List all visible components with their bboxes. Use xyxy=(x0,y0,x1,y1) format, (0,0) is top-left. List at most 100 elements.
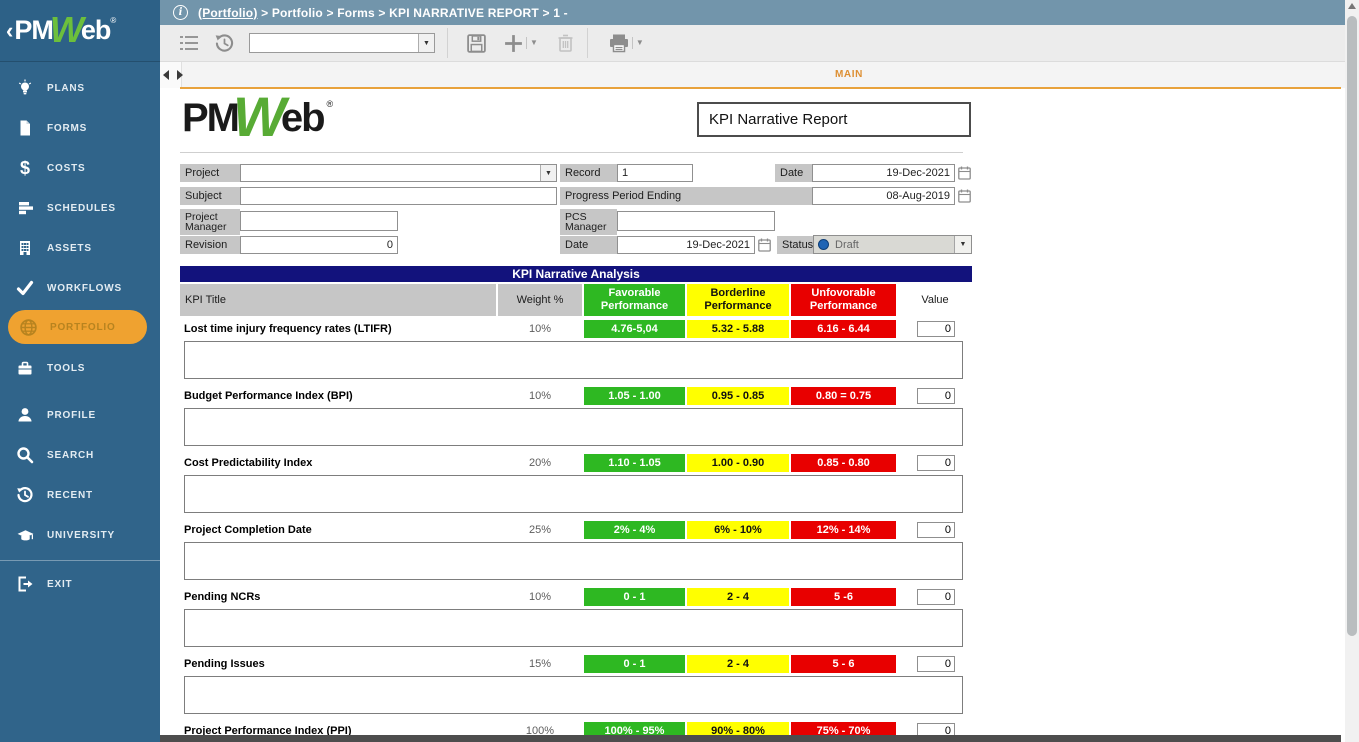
project-label: Project xyxy=(180,164,240,182)
kpi-weight: 10% xyxy=(498,588,582,606)
tab-accent-line xyxy=(180,87,1341,89)
kpi-row: Project Completion Date 25% 2% - 4% 6% -… xyxy=(160,521,1345,588)
kpi-narrative-textarea[interactable] xyxy=(184,676,963,714)
horizontal-scrollbar[interactable] xyxy=(160,735,1341,742)
kpi-narrative-textarea[interactable] xyxy=(184,341,963,379)
dollar-icon: $ xyxy=(15,158,35,178)
kpi-unfavorable-range: 12% - 14% xyxy=(791,521,896,539)
delete-icon[interactable] xyxy=(556,33,575,53)
sidebar-item-label: COSTS xyxy=(47,163,85,174)
vertical-scrollbar-thumb[interactable] xyxy=(1347,16,1357,636)
history-icon[interactable] xyxy=(214,33,235,54)
kpi-value-input[interactable] xyxy=(917,455,955,471)
list-icon[interactable] xyxy=(178,33,200,53)
records-dropdown[interactable]: ▼ xyxy=(249,33,435,53)
col-header-kpi-title: KPI Title xyxy=(180,284,496,316)
chevron-down-icon[interactable]: ▼ xyxy=(954,236,971,253)
kpi-title: Lost time injury frequency rates (LTIFR) xyxy=(180,320,496,338)
revision-input[interactable] xyxy=(240,236,398,254)
subject-input[interactable] xyxy=(240,187,557,205)
sidebar-item-label: FORMS xyxy=(47,123,87,134)
sidebar-item-recent[interactable]: RECENT xyxy=(0,482,160,508)
kpi-narrative-textarea[interactable] xyxy=(184,408,963,446)
records-dropdown-value xyxy=(250,34,418,52)
kpi-value-input[interactable] xyxy=(917,522,955,538)
lightbulb-icon xyxy=(15,78,35,98)
kpi-row: Budget Performance Index (BPI) 10% 1.05 … xyxy=(160,387,1345,454)
progress-period-ending-label: Progress Period Ending xyxy=(560,187,812,205)
sidebar-item-portfolio[interactable]: PORTFOLIO xyxy=(8,310,147,344)
kpi-weight: 10% xyxy=(498,387,582,405)
tab-scroll-left-icon[interactable] xyxy=(163,70,169,80)
revision-label: Revision xyxy=(180,236,240,254)
registered-mark: ® xyxy=(327,99,334,109)
sidebar-item-workflows[interactable]: WORKFLOWS xyxy=(0,275,160,301)
sidebar-item-search[interactable]: SEARCH xyxy=(0,442,160,468)
kpi-narrative-textarea[interactable] xyxy=(184,475,963,513)
sidebar-item-profile[interactable]: PROFILE xyxy=(0,402,160,428)
kpi-narrative-textarea[interactable] xyxy=(184,542,963,580)
vertical-scrollbar[interactable] xyxy=(1345,0,1359,742)
sidebar-item-plans[interactable]: PLANS xyxy=(0,75,160,101)
horizontal-scrollbar-thumb[interactable] xyxy=(160,735,1341,742)
sidebar-item-forms[interactable]: FORMS xyxy=(0,115,160,141)
magnifier-icon xyxy=(15,445,35,465)
date-label: Date xyxy=(775,164,812,182)
kpi-value-input[interactable] xyxy=(917,656,955,672)
sidebar-item-label: PROFILE xyxy=(47,410,96,421)
kpi-unfavorable-range: 6.16 - 6.44 xyxy=(791,320,896,338)
kpi-value-input[interactable] xyxy=(917,321,955,337)
calendar-icon[interactable] xyxy=(958,189,971,203)
breadcrumb: (Portfolio) > Portfolio > Forms > KPI NA… xyxy=(198,6,568,20)
sidebar-item-schedules[interactable]: SCHEDULES xyxy=(0,195,160,221)
sidebar-item-tools[interactable]: TOOLS xyxy=(0,355,160,381)
sidebar-item-costs[interactable]: $ COSTS xyxy=(0,155,160,181)
kpi-value-input[interactable] xyxy=(917,589,955,605)
calendar-icon[interactable] xyxy=(758,238,771,252)
calendar-icon[interactable] xyxy=(958,166,971,180)
pmweb-app: ‹ PM W eb ® PLANS FORMS $ COSTS SCHE xyxy=(0,0,1359,742)
progress-period-ending-input[interactable] xyxy=(812,187,955,205)
status-draft-dot-icon xyxy=(818,239,829,250)
kpi-row: Cost Predictability Index 20% 1.10 - 1.0… xyxy=(160,454,1345,521)
collapse-chevron-icon[interactable]: ‹ xyxy=(6,18,13,44)
kpi-value-input[interactable] xyxy=(917,388,955,404)
sidebar-item-label: SEARCH xyxy=(47,450,94,461)
status-dropdown[interactable]: Draft ▼ xyxy=(813,235,972,254)
print-icon[interactable] xyxy=(608,33,630,53)
exit-icon xyxy=(15,574,35,594)
tab-scroll-right-icon[interactable] xyxy=(177,70,183,80)
info-icon[interactable]: i xyxy=(173,5,188,20)
scroll-up-arrow-icon[interactable] xyxy=(1348,3,1356,9)
sidebar-logo[interactable]: ‹ PM W eb ® xyxy=(0,0,160,62)
col-header-borderline: Borderline Performance xyxy=(687,284,789,316)
date2-input[interactable] xyxy=(617,236,755,254)
sidebar-item-university[interactable]: UNIVERSITY xyxy=(0,522,160,548)
kpi-title: Budget Performance Index (BPI) xyxy=(180,387,496,405)
toolbar-divider xyxy=(447,28,448,58)
tab-main[interactable]: MAIN xyxy=(835,69,863,80)
status-label: Status xyxy=(777,236,813,254)
kpi-unfavorable-range: 5 -6 xyxy=(791,588,896,606)
pcs-manager-input[interactable] xyxy=(617,211,775,231)
print-dropdown-caret-icon[interactable]: ▼ xyxy=(632,37,644,49)
record-input[interactable] xyxy=(617,164,693,182)
sidebar-item-exit[interactable]: EXIT xyxy=(0,571,160,597)
add-dropdown-caret-icon[interactable]: ▼ xyxy=(526,37,538,49)
add-icon[interactable] xyxy=(503,33,524,54)
briefcase-icon xyxy=(15,358,35,378)
history-icon xyxy=(15,485,35,505)
col-header-value: Value xyxy=(898,284,972,316)
project-manager-input[interactable] xyxy=(240,211,398,231)
date-input[interactable] xyxy=(812,164,955,182)
breadcrumb-portfolio-link[interactable]: (Portfolio) xyxy=(198,6,258,20)
chevron-down-icon[interactable]: ▼ xyxy=(418,34,434,52)
subject-label: Subject xyxy=(180,187,240,205)
report-title: KPI Narrative Report xyxy=(697,102,971,137)
sidebar-item-assets[interactable]: ASSETS xyxy=(0,235,160,261)
kpi-title: Pending Issues xyxy=(180,655,496,673)
save-icon[interactable] xyxy=(466,33,487,54)
chevron-down-icon[interactable]: ▼ xyxy=(540,165,556,181)
kpi-narrative-textarea[interactable] xyxy=(184,609,963,647)
project-dropdown[interactable]: ▼ xyxy=(240,164,557,182)
